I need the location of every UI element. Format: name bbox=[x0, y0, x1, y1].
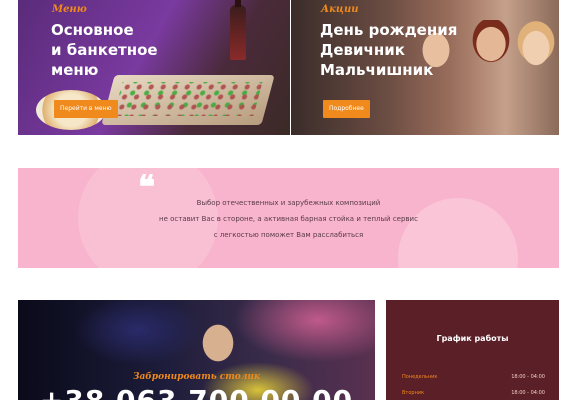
schedule-day: Понедельник bbox=[402, 374, 438, 380]
promo-banner[interactable]: Акции День рождения Девичник Мальчишник … bbox=[291, 0, 559, 135]
quote-line: с легкостью поможет Вам расслабиться bbox=[213, 231, 364, 239]
quote-line: Выбор отечественных и зарубежных компози… bbox=[196, 199, 381, 207]
schedule-time: 18:00 - 04:00 bbox=[511, 390, 545, 396]
menu-tag: Меню bbox=[52, 4, 87, 15]
promo-title-line: Мальчишник bbox=[320, 61, 434, 79]
promo-title-line: Девичник bbox=[320, 41, 405, 59]
promo-tag: Акции bbox=[321, 4, 359, 15]
promo-banner-title: День рождения Девичник Мальчишник bbox=[320, 20, 457, 80]
schedule-panel: График работы Понедельник 18:00 - 04:00 … bbox=[386, 300, 559, 400]
menu-title-line: и банкетное bbox=[51, 41, 158, 59]
menu-banner-title: Основное и банкетное меню bbox=[51, 20, 158, 80]
canapes-image bbox=[113, 82, 263, 116]
schedule-row: Вторник 18:00 - 04:00 bbox=[402, 390, 545, 396]
quote-text: Выбор отечественных и зарубежных компози… bbox=[18, 195, 559, 243]
promo-title-line: День рождения bbox=[320, 21, 458, 39]
phone-number-link[interactable]: +38 063 700 00 00 bbox=[18, 384, 375, 400]
reservation-banner: Забронировать столик +38 063 700 00 00 bbox=[18, 300, 375, 400]
quote-section: ❝ Выбор отечественных и зарубежных компо… bbox=[18, 168, 559, 268]
go-to-menu-button[interactable]: Перейти в меню bbox=[54, 100, 118, 118]
menu-title-line: Основное bbox=[51, 21, 134, 39]
dj-image bbox=[188, 308, 248, 378]
wine-bottle-image bbox=[230, 0, 246, 60]
reservation-caption: Забронировать столик bbox=[132, 372, 261, 382]
menu-title-line: меню bbox=[51, 61, 99, 79]
quote-line: не оставит Вас в стороне, а активная бар… bbox=[159, 215, 418, 223]
schedule-time: 18:00 - 04:00 bbox=[511, 374, 545, 380]
menu-banner[interactable]: Меню Основное и банкетное меню Перейти в… bbox=[18, 0, 290, 135]
schedule-title: График работы bbox=[436, 334, 509, 343]
schedule-day: Вторник bbox=[402, 390, 425, 396]
details-button[interactable]: Подробнее bbox=[323, 100, 370, 118]
schedule-row: Понедельник 18:00 - 04:00 bbox=[402, 374, 545, 380]
